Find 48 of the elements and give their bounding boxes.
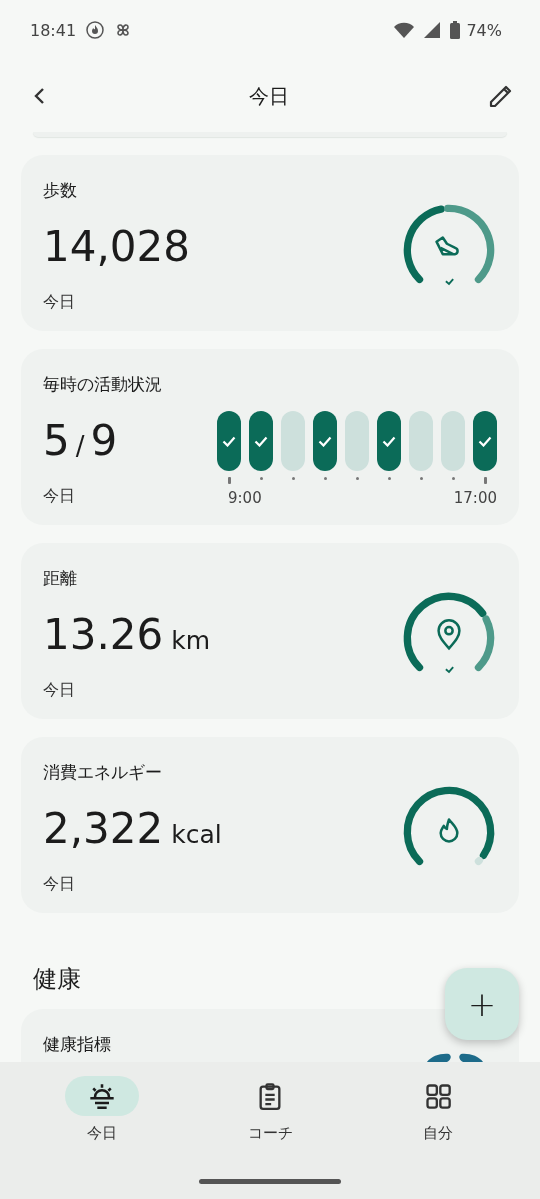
metric-value: 2,322 [43,808,164,850]
check-icon [318,435,332,447]
metric-card[interactable]: 消費エネルギー 2,322 kcal 今日 [21,737,519,913]
goal-total: 9 [90,420,118,462]
separator: / [75,431,85,461]
card-title: 距離 [43,567,78,590]
metric-unit: kcal [171,820,222,849]
location-pin-icon [437,619,461,650]
check-icon [222,435,236,447]
grid-icon [424,1082,452,1110]
add-button[interactable]: + [445,968,519,1040]
nav-tab[interactable]: 今日 [42,1076,162,1143]
metric-card[interactable]: 距離 13.26 km 今日 [21,543,519,719]
metric-card[interactable]: 毎時の活動状況 5/9 今日 9:00 17:00 [21,349,519,525]
card-title: 消費エネルギー [43,761,163,784]
battery-icon [450,21,461,39]
time-label: 17:00 [453,489,497,507]
check-icon [478,435,492,447]
card-title: 毎時の活動状況 [43,373,163,396]
period-label: 今日 [43,874,76,895]
flame-icon [86,21,105,39]
section-heading: 健康 [33,964,82,995]
check-icon [444,666,455,674]
shoe-icon [435,236,459,256]
metric-card[interactable]: 歩数 14,028 今日 [21,155,519,331]
card-title: 健康指標 [43,1033,111,1056]
battery-level: 74% [466,20,502,40]
sunrise-icon [88,1082,116,1110]
page-title: 今日 [249,82,289,110]
time-label: 9:00 [228,489,262,507]
nav-tab[interactable]: 自分 [378,1076,498,1143]
clock: 18:41 [30,20,77,40]
metric-value: 13.26 [43,614,164,656]
check-icon [254,435,268,447]
period-label: 今日 [43,680,76,701]
signal-icon [424,22,441,38]
check-icon [444,278,455,286]
period-label: 今日 [43,486,76,507]
pencil-icon [488,83,514,109]
metric-unit: km [171,626,211,655]
card-title: 歩数 [43,179,78,202]
flame-icon [439,818,459,843]
period-label: 今日 [43,292,76,313]
check-icon [382,435,396,447]
metric-value: 14,028 [43,226,190,268]
nav-tab[interactable]: コーチ [210,1076,330,1143]
metric-value: 5 [43,420,70,462]
wifi-icon [394,22,415,38]
